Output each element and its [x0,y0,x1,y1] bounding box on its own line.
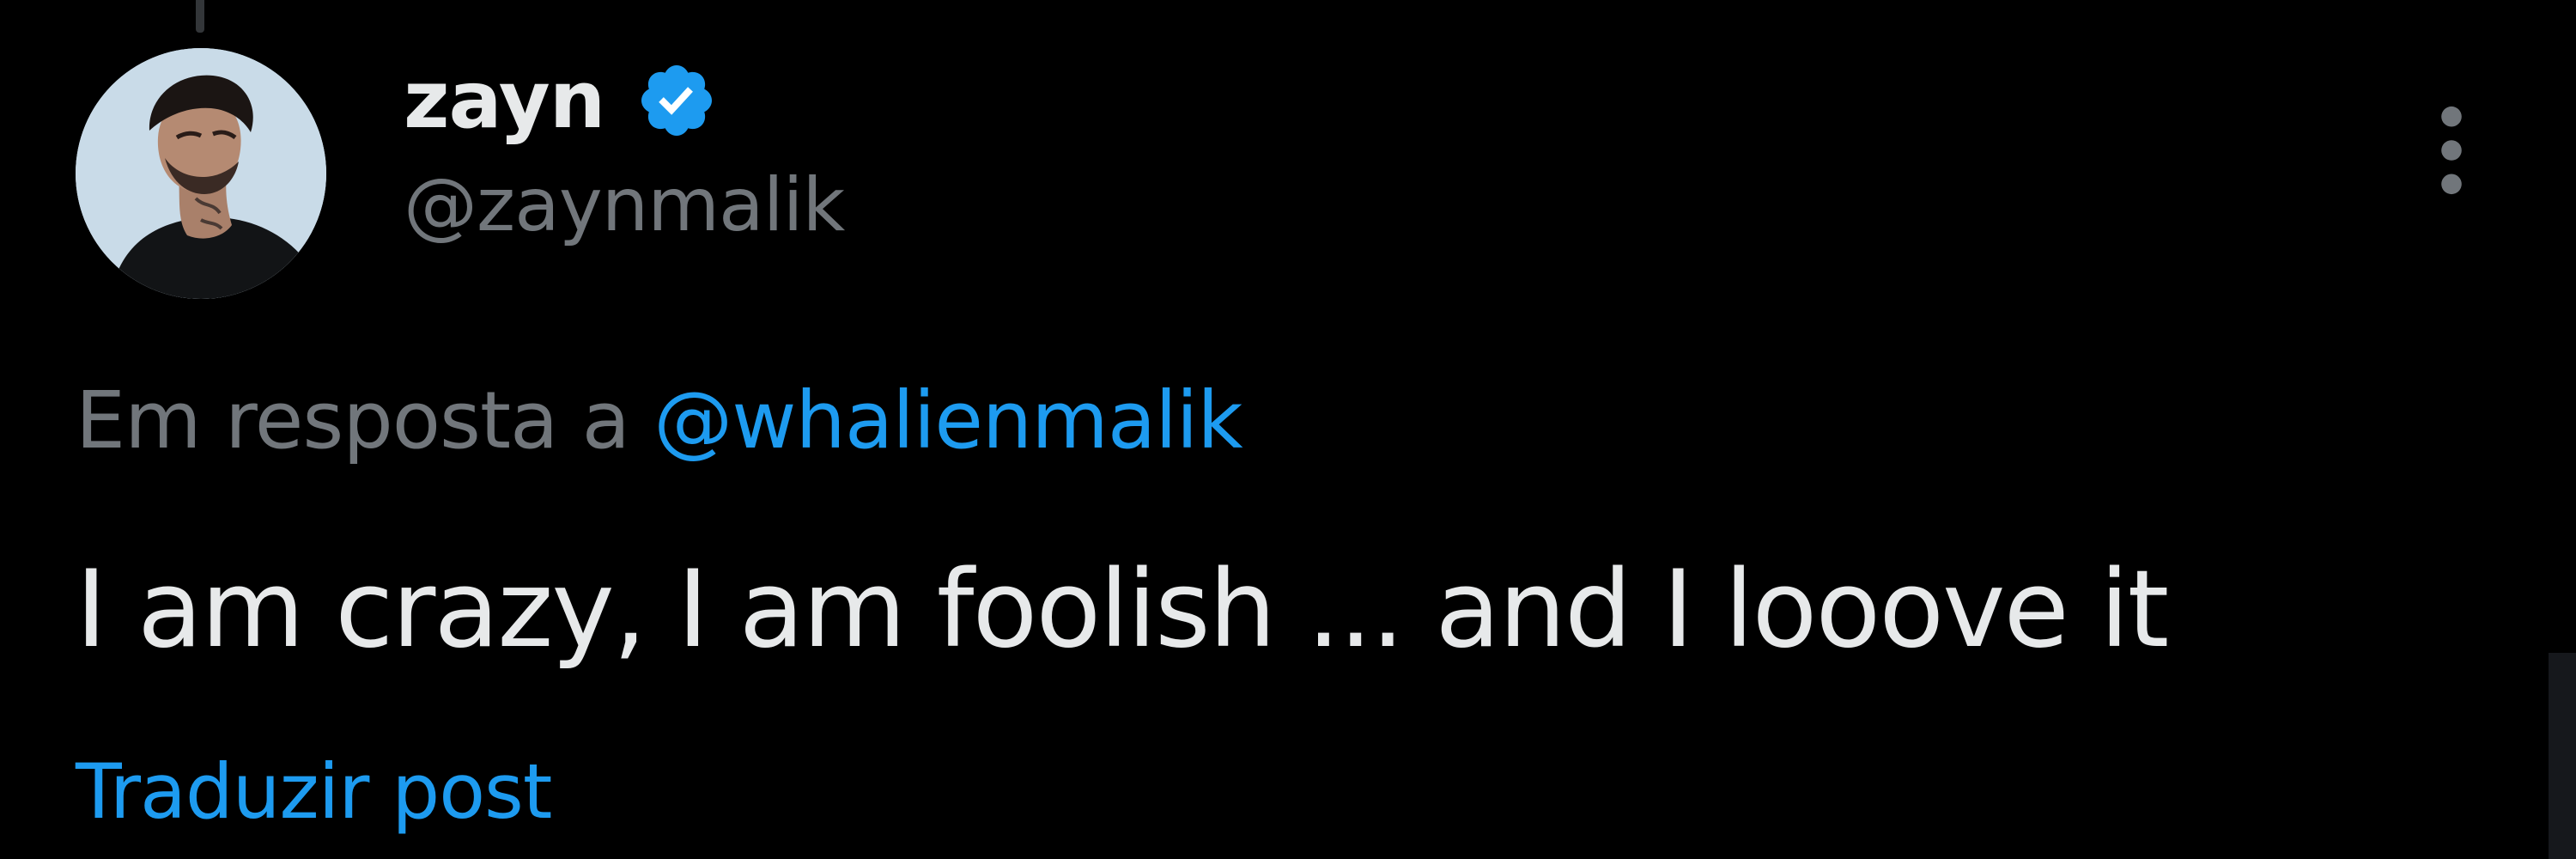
more-options-button[interactable] [2413,94,2490,206]
avatar[interactable] [76,48,326,299]
author-name-row: zayn [404,53,718,148]
scrollbar-edge [2549,653,2576,859]
author-display-name[interactable]: zayn [404,61,605,140]
author-handle[interactable]: @zaynmalik [404,168,845,242]
translate-post-link[interactable]: Traduzir post [76,754,552,830]
tweet-text: I am crazy, I am foolish ... and I looov… [76,548,2169,672]
thread-connector-line [196,0,204,33]
reply-to-mention-link[interactable]: @whalienmalik [653,375,1242,466]
verified-badge-icon[interactable] [635,59,718,142]
reply-context: Em resposta a @whalienmalik [76,381,1243,460]
reply-prefix-label: Em resposta a [76,375,630,466]
profile-photo [76,48,326,299]
more-vertical-icon [2441,106,2462,195]
